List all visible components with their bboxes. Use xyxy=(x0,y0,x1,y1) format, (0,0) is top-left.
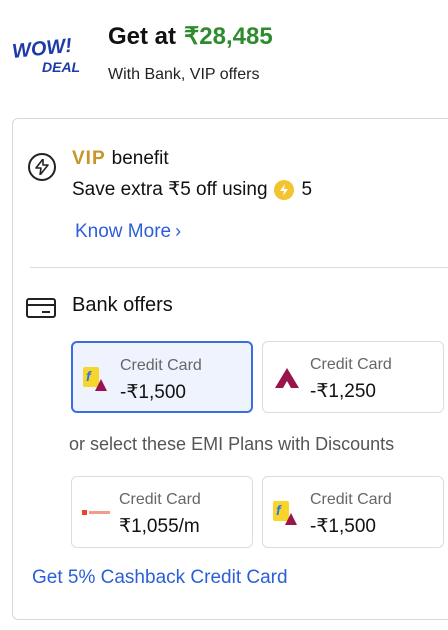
vip-benefit-heading: VIP benefit xyxy=(72,148,169,170)
vip-save-label: Save extra ₹5 off using xyxy=(72,179,268,200)
card-icon xyxy=(26,298,56,318)
vip-coin-count: 5 xyxy=(301,178,313,200)
axis-logo xyxy=(273,364,301,392)
offer-amount: -₹1,500 xyxy=(310,516,376,537)
emi-offer-card[interactable]: Credit Card ₹1,055/m xyxy=(71,476,253,548)
supercoin-icon xyxy=(273,179,294,200)
bank-logo-red xyxy=(82,499,110,527)
offer-label: Credit Card xyxy=(310,356,392,373)
emi-plans-text: or select these EMI Plans with Discounts xyxy=(69,434,395,454)
offer-label: Credit Card xyxy=(119,491,201,508)
offer-amount: -₹1,250 xyxy=(310,381,376,402)
vip-benefit-label: benefit xyxy=(111,148,169,169)
get-at-label: Get at xyxy=(108,23,177,50)
emi-offer-card[interactable]: f Credit Card -₹1,500 xyxy=(262,476,444,548)
bank-offers-title: Bank offers xyxy=(72,294,173,316)
offer-label: Credit Card xyxy=(120,357,202,374)
vip-logo: VIP xyxy=(72,148,106,169)
offer-label: Credit Card xyxy=(310,491,392,508)
lightning-circle-icon xyxy=(28,153,56,181)
bank-offer-card[interactable]: f Credit Card -₹1,500 xyxy=(71,341,253,413)
offer-amount: -₹1,500 xyxy=(120,382,186,403)
bank-offer-card[interactable]: Credit Card -₹1,250 xyxy=(262,341,444,413)
flipkart-axis-logo: f xyxy=(273,499,301,527)
offer-amount: ₹1,055/m xyxy=(119,516,200,537)
wow-deal-badge: WOW! DEAL xyxy=(10,36,90,76)
vip-save-text: Save extra ₹5 off using 5 xyxy=(72,178,312,201)
cashback-card-link[interactable]: Get 5% Cashback Credit Card xyxy=(32,567,288,589)
wow-badge-line2: DEAL xyxy=(42,59,80,75)
deal-price: ₹28,485 xyxy=(184,23,273,50)
chevron-right-icon: › xyxy=(175,221,182,241)
price-heading: Get at ₹28,485 xyxy=(108,22,273,51)
price-subtitle: With Bank, VIP offers xyxy=(108,66,260,83)
flipkart-axis-logo: f xyxy=(83,365,111,393)
know-more-label: Know More xyxy=(75,221,172,242)
know-more-link[interactable]: Know More › xyxy=(75,221,181,243)
section-divider xyxy=(30,267,448,268)
